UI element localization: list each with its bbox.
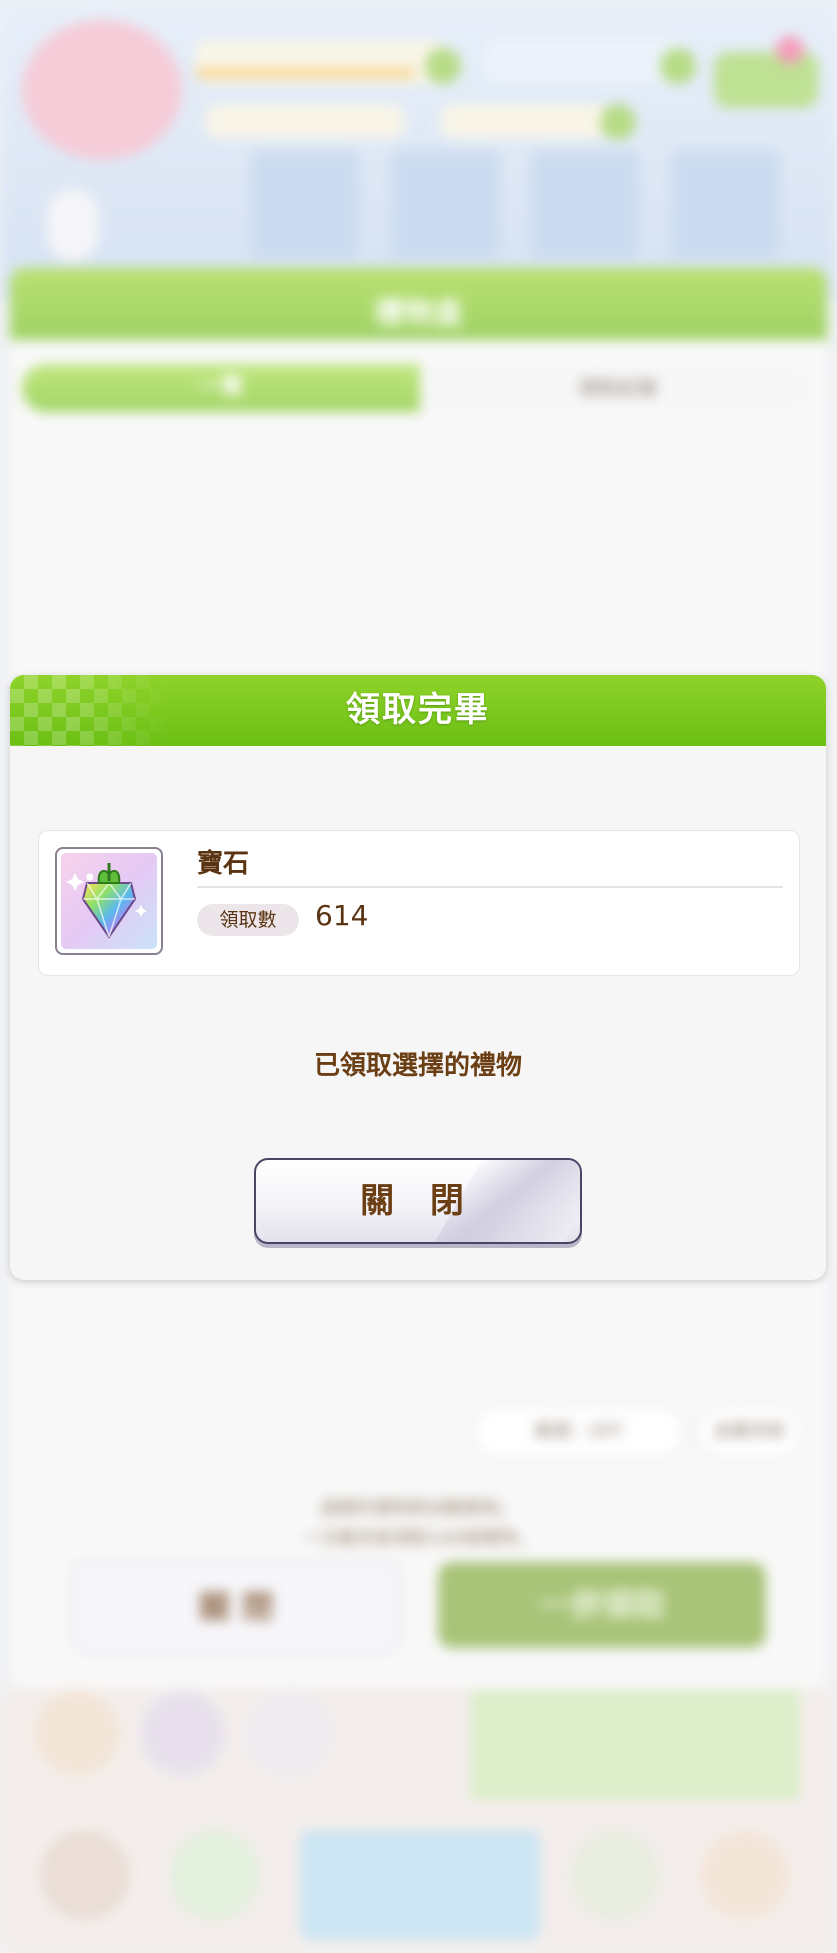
claim-complete-dialog: 領取完畢 寶石 領取數 614 已領取選擇的禮物 關 閉	[10, 675, 826, 1280]
item-name: 寶石	[197, 849, 250, 879]
claimed-item-card: 寶石 領取數 614	[38, 830, 800, 976]
item-divider	[197, 886, 783, 888]
dialog-title: 領取完畢	[346, 690, 490, 730]
close-button-label: 關 閉	[360, 1181, 476, 1221]
claim-message: 已領取選擇的禮物	[313, 1051, 522, 1081]
claim-count-value: 614	[315, 899, 369, 932]
claim-count-label: 領取數	[197, 904, 299, 936]
rainbow-gem-icon	[61, 853, 157, 949]
close-button[interactable]: 關 閉	[254, 1158, 582, 1244]
item-icon-frame	[55, 847, 163, 955]
gem-graphic	[66, 863, 147, 939]
